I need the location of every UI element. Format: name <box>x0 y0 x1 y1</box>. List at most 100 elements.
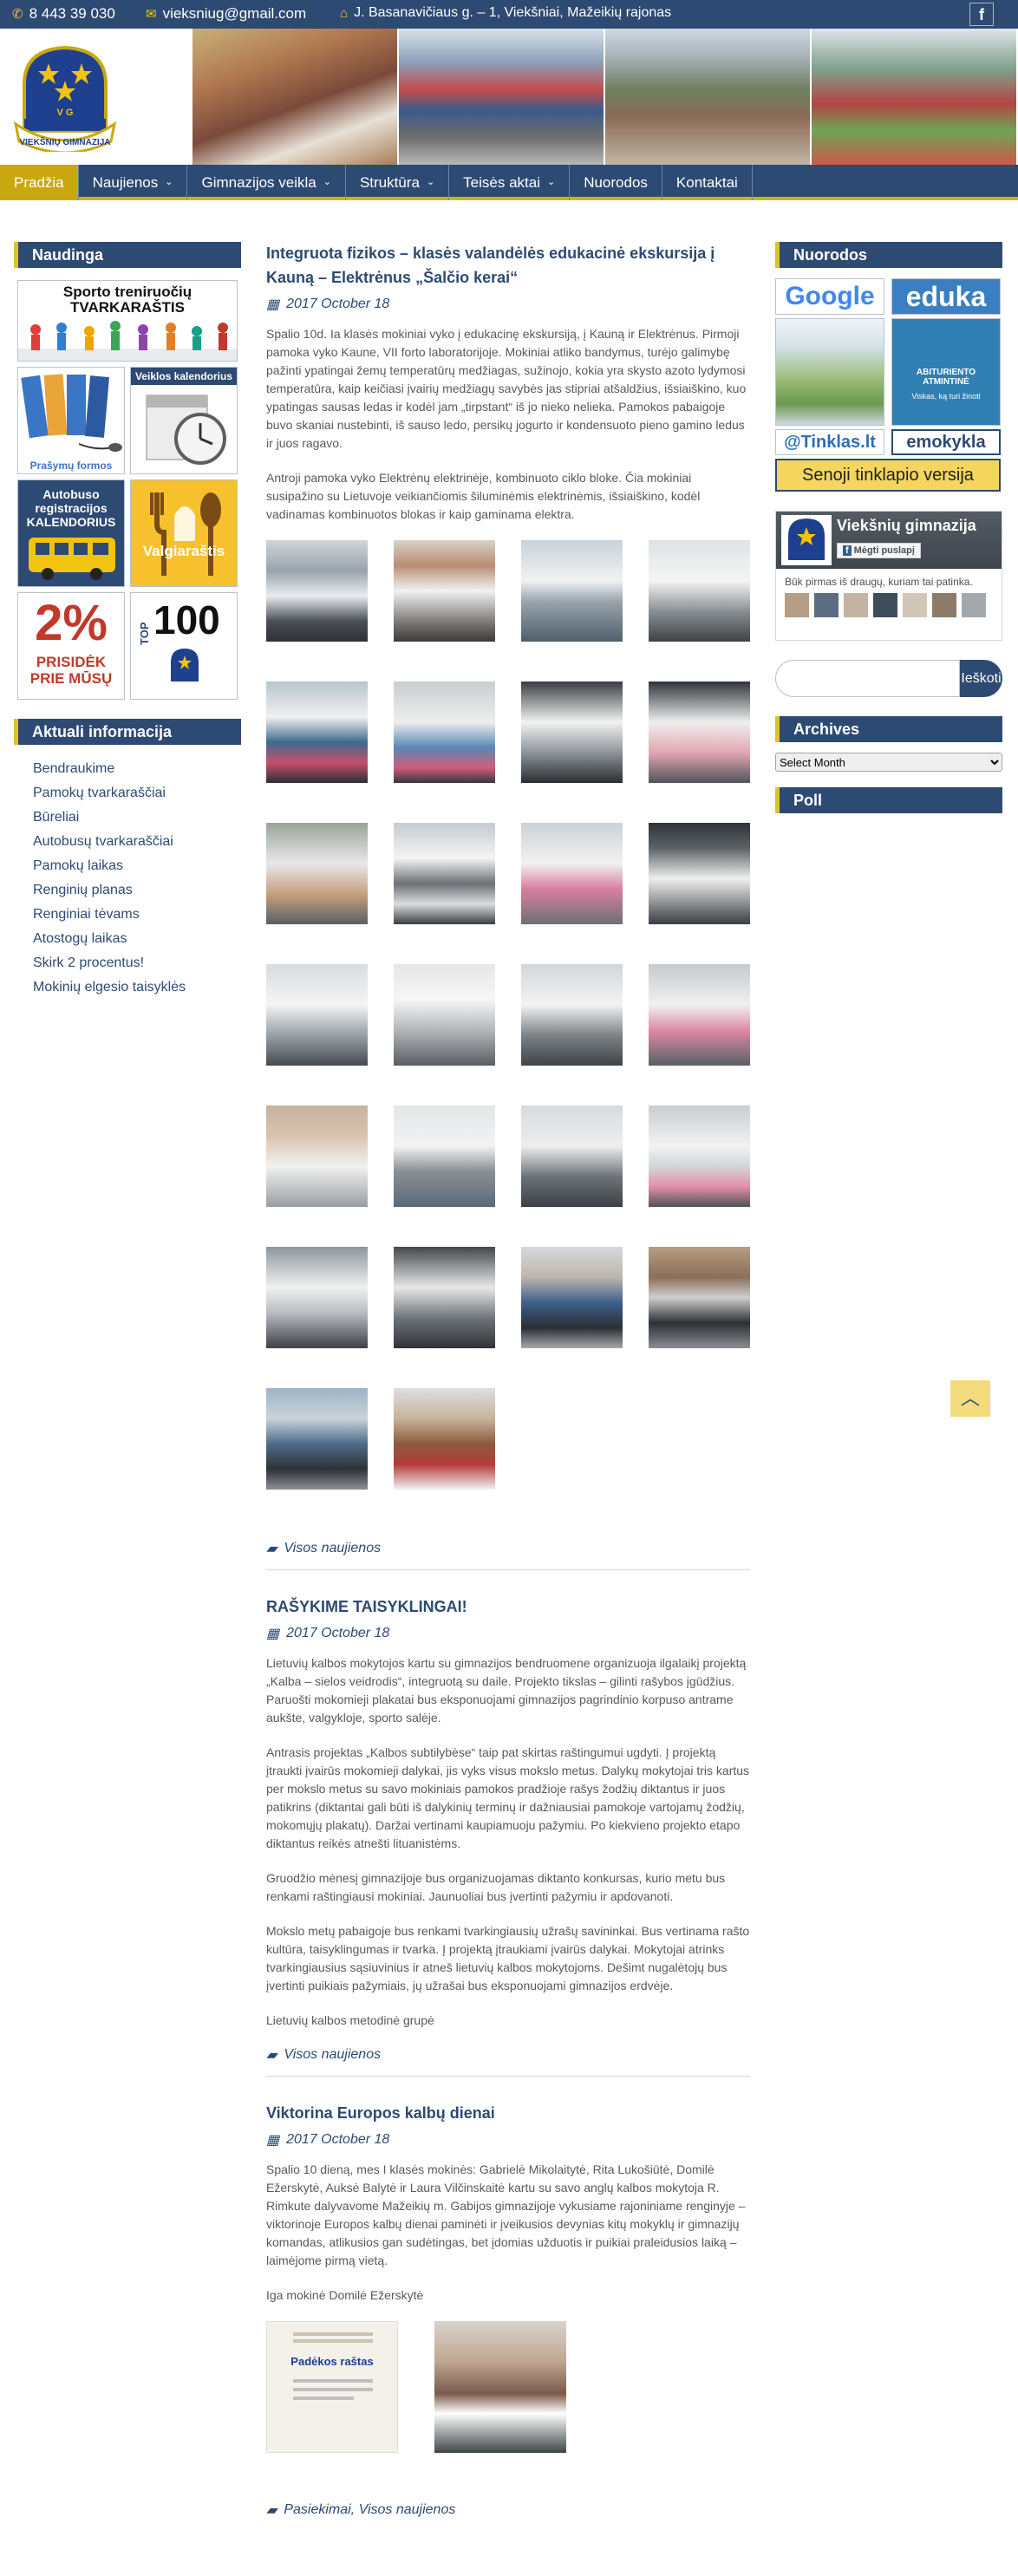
sidebar-link[interactable]: Būreliai <box>33 805 241 830</box>
sidebar-link[interactable]: Renginių planas <box>33 878 241 903</box>
back-to-top-button[interactable]: ︿ <box>950 1380 990 1417</box>
banner-menu[interactable]: Valgiaraštis <box>130 479 238 587</box>
google-link[interactable]: Google <box>775 278 884 315</box>
category-link[interactable]: Pasiekimai, Visos naujienos <box>284 2502 455 2518</box>
gallery-photo[interactable] <box>394 1388 495 1490</box>
post-paragraph: Lietuvių kalbos metodinė grupė <box>266 2013 434 2027</box>
email-contact[interactable]: ✉ vieksniug@gmail.com <box>146 5 306 23</box>
avatar[interactable] <box>873 593 897 617</box>
search-button[interactable]: Ieškoti <box>960 660 1002 697</box>
banner-two-percent[interactable]: 2% PRISIDĖK PRIE MŪSŲ <box>17 592 125 700</box>
post-paragraph: Spalio 10 dieną, mes I klasės mokinės: G… <box>266 2162 746 2267</box>
avatar[interactable] <box>932 593 956 617</box>
eduka-link[interactable]: eduka <box>891 278 1001 315</box>
abiturient-link[interactable]: ABITURIENTO ATMINTINĖ Viskas, ką turi ži… <box>891 318 1001 426</box>
avatar[interactable] <box>903 593 927 617</box>
old-site-link[interactable]: Senoji tinklapio versija <box>775 459 1001 492</box>
nav-item-pradzia[interactable]: Pradžia <box>0 165 79 200</box>
banner-request-forms[interactable]: Prašymų formos <box>17 367 125 474</box>
search-input[interactable] <box>775 660 960 697</box>
post-title[interactable]: Viktorina Europos kalbų dienai <box>266 2101 750 2125</box>
post-title[interactable]: RAŠYKIME TAISYKLINGAI! <box>266 1595 750 1619</box>
sidebar-link[interactable]: Renginiai tėvams <box>33 903 241 927</box>
sidebar-link[interactable]: Pamokų laikas <box>33 854 241 878</box>
top-bar: ✆ 8 443 39 030 ✉ vieksniug@gmail.com ⌂ J… <box>0 0 1018 29</box>
certificate-title: Padėkos raštas <box>290 2355 374 2368</box>
gallery-photo[interactable] <box>521 540 623 642</box>
tinklas-link[interactable]: @Tinklas.lt <box>775 429 884 455</box>
school-logo[interactable]: VIEKŠNIŲ GIMNAZIJA V G <box>12 44 118 154</box>
sidebar-link[interactable]: Bendraukime <box>33 757 241 781</box>
sidebar-link[interactable]: Atostogų laikas <box>33 927 241 951</box>
nav-item-gimnazijos-veikla[interactable]: Gimnazijos veikla ⌄ <box>187 165 346 200</box>
nav-item-naujienos[interactable]: Naujienos ⌄ <box>79 165 188 200</box>
banner-sport-schedule[interactable]: Sporto treniruočių TVARKARAŠTIS <box>17 280 238 362</box>
gallery-photo[interactable] <box>394 823 495 924</box>
gallery-photo[interactable] <box>394 540 495 642</box>
banner-top-text: TOP <box>138 622 151 646</box>
avatar[interactable] <box>844 593 868 617</box>
gallery-photo[interactable] <box>266 964 368 1066</box>
fb-like-button[interactable]: f Mėgti puslapį <box>837 543 921 558</box>
phone-icon: ✆ <box>12 7 23 22</box>
phone-contact[interactable]: ✆ 8 443 39 030 <box>12 5 115 23</box>
nav-item-struktura[interactable]: Struktūra ⌄ <box>346 165 450 200</box>
fb-friends-text: Būk pirmas iš draugų, kuriam tai patinka… <box>785 576 973 588</box>
sidebar-link[interactable]: Pamokų tvarkaraščiai <box>33 781 241 805</box>
gallery-photo[interactable] <box>521 964 623 1066</box>
nav-item-kontaktai[interactable]: Kontaktai <box>662 165 753 200</box>
location-icon: ⌂ <box>340 5 349 21</box>
sidebar-link[interactable]: Mokinių elgesio taisyklės <box>33 975 241 1000</box>
site-header: VIEKŠNIŲ GIMNAZIJA V G <box>0 29 1018 165</box>
banner-bus-registration[interactable]: Autobuso registracijos KALENDORIUS <box>17 479 125 587</box>
banner-top-100[interactable]: TOP 100 <box>130 592 238 700</box>
gallery-photo[interactable] <box>649 964 750 1066</box>
gallery-photo[interactable] <box>649 681 750 783</box>
fb-friend-avatars <box>776 591 1002 619</box>
category-link[interactable]: Visos naujienos <box>284 2047 381 2063</box>
gallery-photo[interactable] <box>521 681 623 783</box>
gallery-photo[interactable] <box>266 1105 368 1207</box>
certificate-image[interactable]: Padėkos raštas <box>266 2321 398 2453</box>
gallery-photo[interactable] <box>266 1247 368 1348</box>
gallery-photo[interactable] <box>649 540 750 642</box>
gallery-photo[interactable] <box>394 681 495 783</box>
gallery-photo[interactable] <box>649 823 750 924</box>
sidebar-link[interactable]: Autobusų tvarkaraščiai <box>33 830 241 854</box>
nav-item-teises-aktai[interactable]: Teisės aktai ⌄ <box>449 165 571 200</box>
gallery-photo[interactable] <box>266 540 368 642</box>
emokykla-link[interactable]: emokykla <box>891 429 1001 455</box>
post-date: ▦ 2017 October 18 <box>266 2131 750 2149</box>
gallery-photo[interactable] <box>649 1105 750 1207</box>
post-integruota-fizikos: Integruota fizikos – klasės valandėlės e… <box>266 241 750 1570</box>
post-title[interactable]: Integruota fizikos – klasės valandėlės e… <box>266 241 750 290</box>
avatar[interactable] <box>785 593 809 617</box>
banner-activity-calendar[interactable]: Veiklos kalendorius <box>130 367 238 474</box>
right-sidebar: Nuorodos Google eduka ABITURIENTO ATMINT… <box>775 242 1002 813</box>
facebook-icon[interactable]: f <box>969 3 994 26</box>
nav-item-nuorodos[interactable]: Nuorodos <box>570 165 662 200</box>
fb-page-name[interactable]: Viekšnių gimnazija <box>837 517 976 535</box>
gallery-photo[interactable] <box>266 823 368 924</box>
gallery-photo[interactable] <box>394 1105 495 1207</box>
winners-photo[interactable] <box>434 2321 566 2453</box>
calendar-clock-icon <box>146 395 226 465</box>
gallery-photo[interactable] <box>394 964 495 1066</box>
gallery-photo[interactable] <box>649 1247 750 1348</box>
gallery-photo[interactable] <box>266 681 368 783</box>
folder-icon: ▰ <box>266 2503 277 2518</box>
gallery-photo[interactable] <box>394 1247 495 1348</box>
gallery-photo[interactable] <box>521 1105 623 1207</box>
banner-percent-text: 2% <box>35 595 108 651</box>
avatar[interactable] <box>814 593 839 617</box>
category-link[interactable]: Visos naujienos <box>284 1541 381 1556</box>
archives-select[interactable]: Select Month <box>775 753 1002 772</box>
landscape-banner[interactable] <box>775 318 884 426</box>
gallery-photo[interactable] <box>521 823 623 924</box>
avatar[interactable] <box>962 593 986 617</box>
gallery-photo[interactable] <box>266 1388 368 1490</box>
sidebar-link[interactable]: Skirk 2 procentus! <box>33 951 241 975</box>
gallery-photo[interactable] <box>521 1247 623 1348</box>
nav-label: Nuorodos <box>584 174 648 191</box>
google-logo-text: Google <box>785 282 875 310</box>
